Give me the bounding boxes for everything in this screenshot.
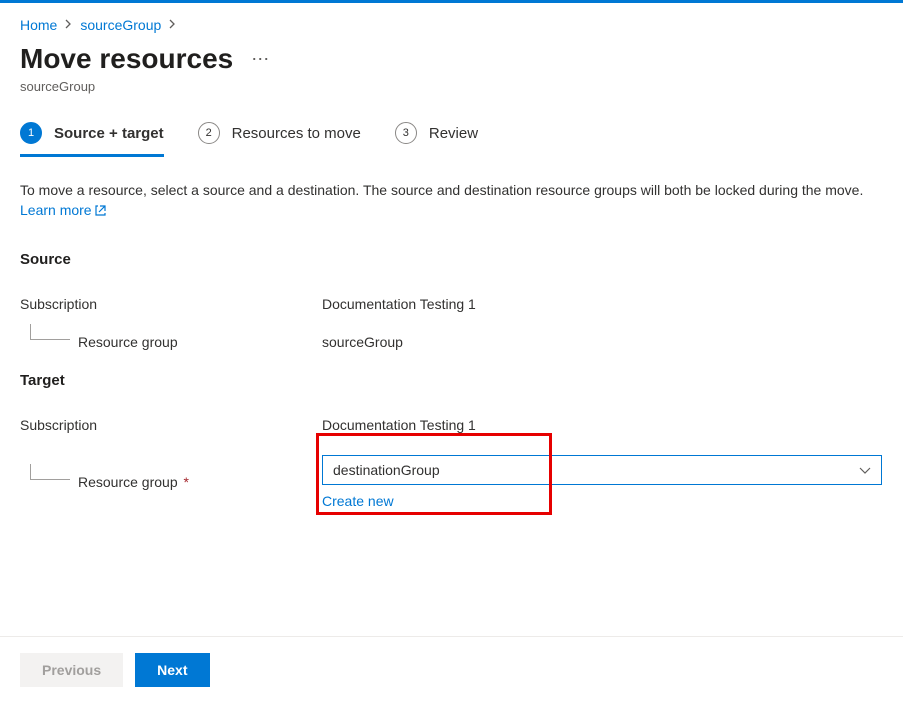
tab-label: Review [429,125,478,142]
wizard-tabs: 1 Source + target 2 Resources to move 3 … [20,122,883,154]
intro-text: To move a resource, select a source and … [20,180,883,223]
tree-connector-icon [30,324,70,340]
learn-more-link[interactable]: Learn more [20,202,107,218]
source-resourcegroup-label: Resource group [78,334,178,350]
tab-resources-to-move[interactable]: 2 Resources to move [198,122,361,154]
target-subscription-value: Documentation Testing 1 [322,417,476,433]
target-heading: Target [20,372,883,389]
next-button[interactable]: Next [135,653,209,687]
tab-source-target[interactable]: 1 Source + target [20,122,164,157]
breadcrumb: Home sourceGroup [20,17,883,33]
page-title: Move resources [20,43,233,75]
tab-label: Source + target [54,125,164,142]
source-subscription-label: Subscription [20,296,97,312]
breadcrumb-home[interactable]: Home [20,17,57,33]
required-indicator: * [180,474,189,490]
tab-step-number: 1 [20,122,42,144]
footer-bar: Previous Next [0,636,903,703]
target-resourcegroup-label: Resource group * [78,474,189,490]
tab-label: Resources to move [232,125,361,142]
tab-step-number: 3 [395,122,417,144]
previous-button[interactable]: Previous [20,653,123,687]
source-heading: Source [20,251,883,268]
breadcrumb-sourcegroup[interactable]: sourceGroup [80,17,161,33]
target-resourcegroup-select[interactable]: destinationGroup [322,455,882,485]
source-resourcegroup-value: sourceGroup [322,334,403,350]
chevron-right-icon [65,18,72,32]
create-new-link[interactable]: Create new [322,493,394,509]
target-subscription-label: Subscription [20,417,97,433]
more-actions-icon[interactable]: ⋯ [251,49,270,70]
chevron-right-icon [169,18,176,32]
tree-connector-icon [30,464,70,480]
tab-step-number: 2 [198,122,220,144]
page-subtitle: sourceGroup [20,79,883,94]
tab-review[interactable]: 3 Review [395,122,478,154]
external-link-icon [94,202,107,222]
chevron-down-icon [859,462,871,478]
source-subscription-value: Documentation Testing 1 [322,296,476,312]
